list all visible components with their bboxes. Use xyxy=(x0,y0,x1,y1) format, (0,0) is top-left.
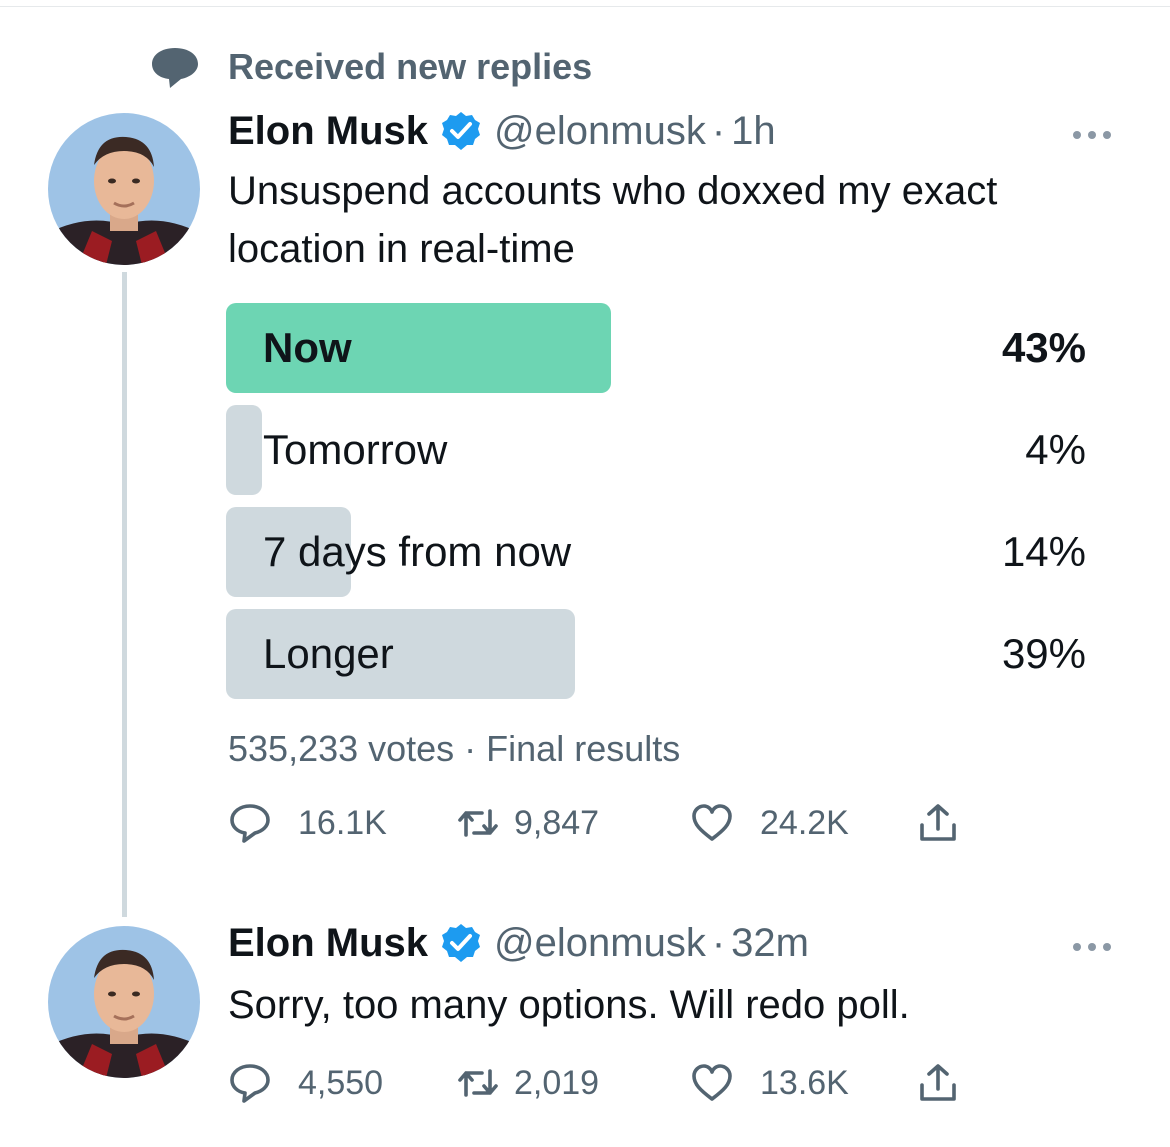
reply-icon xyxy=(230,804,270,843)
poll-option: Longer 39% xyxy=(226,609,1086,699)
poll-option-label: Now xyxy=(263,324,352,371)
top-divider xyxy=(0,6,1170,7)
verified-badge-icon xyxy=(442,112,481,150)
tweet-text: Unsuspend accounts who doxxed my exact l… xyxy=(228,169,998,271)
author-name[interactable]: Elon Musk xyxy=(228,109,428,154)
header-separator: · xyxy=(711,108,726,153)
more-options-icon[interactable] xyxy=(1073,126,1119,139)
share-icon xyxy=(920,804,956,841)
retweet-button[interactable]: 2,019 xyxy=(456,1053,599,1113)
retweet-icon xyxy=(458,809,498,837)
tweet-header: Elon Musk @elonmusk · 1h xyxy=(228,106,776,156)
retweet-button[interactable]: 9,847 xyxy=(456,793,599,853)
poll-results-meta: 535,233 votes · Final results xyxy=(228,728,681,769)
more-options-icon[interactable] xyxy=(1073,938,1119,951)
tweet-text: Sorry, too many options. Will redo poll. xyxy=(228,983,910,1027)
avatar[interactable] xyxy=(48,113,200,265)
tweet-actions: 16.1K 9,847 24.2K xyxy=(228,793,988,853)
thread-connector-line xyxy=(122,272,127,917)
poll-option: Tomorrow 4% xyxy=(226,405,1086,495)
poll-option-percent: 43% xyxy=(1001,324,1086,371)
like-button[interactable]: 13.6K xyxy=(690,1053,849,1113)
like-count: 24.2K xyxy=(760,803,849,842)
reply-button[interactable]: 4,550 xyxy=(228,1053,383,1113)
author-handle[interactable]: @elonmusk xyxy=(494,109,706,154)
share-button[interactable] xyxy=(916,1053,960,1113)
share-button[interactable] xyxy=(916,793,960,853)
poll-option-label: 7 days from now xyxy=(263,528,572,575)
poll-option-percent: 39% xyxy=(1001,630,1086,677)
avatar[interactable] xyxy=(48,926,200,1078)
share-icon xyxy=(920,1064,956,1101)
retweet-icon xyxy=(458,1069,498,1097)
author-name[interactable]: Elon Musk xyxy=(228,921,428,966)
reply-count: 16.1K xyxy=(298,803,387,842)
tweet-timestamp[interactable]: 1h xyxy=(731,109,776,154)
reply-button[interactable]: 16.1K xyxy=(228,793,387,853)
avatar-image xyxy=(48,113,200,265)
poll-option-bar xyxy=(226,405,262,495)
heart-icon xyxy=(692,1064,732,1101)
reply-icon xyxy=(230,1064,270,1103)
poll-option-percent: 14% xyxy=(1001,528,1086,575)
poll-option: 7 days from now 14% xyxy=(226,507,1086,597)
avatar-image xyxy=(48,926,200,1078)
retweet-count: 2,019 xyxy=(514,1063,600,1102)
speech-bubble-icon xyxy=(152,48,198,88)
social-context: Received new replies xyxy=(150,42,592,92)
header-separator: · xyxy=(711,920,726,965)
social-context-label: Received new replies xyxy=(228,46,593,87)
reply-count: 4,550 xyxy=(298,1063,384,1102)
poll-option: Now 43% xyxy=(226,303,1086,393)
poll-option-label: Tomorrow xyxy=(263,426,448,473)
tweet-header: Elon Musk @elonmusk · 32m xyxy=(228,918,809,968)
like-button[interactable]: 24.2K xyxy=(690,793,849,853)
verified-badge-icon xyxy=(442,924,481,962)
retweet-count: 9,847 xyxy=(514,803,600,842)
poll-option-percent: 4% xyxy=(1025,426,1086,473)
tweet-actions: 4,550 2,019 13.6K xyxy=(228,1053,988,1113)
tweet-timestamp[interactable]: 32m xyxy=(731,921,809,966)
like-count: 13.6K xyxy=(760,1063,849,1102)
heart-icon xyxy=(692,804,732,841)
poll-option-label: Longer xyxy=(263,630,394,677)
author-handle[interactable]: @elonmusk xyxy=(494,921,706,966)
